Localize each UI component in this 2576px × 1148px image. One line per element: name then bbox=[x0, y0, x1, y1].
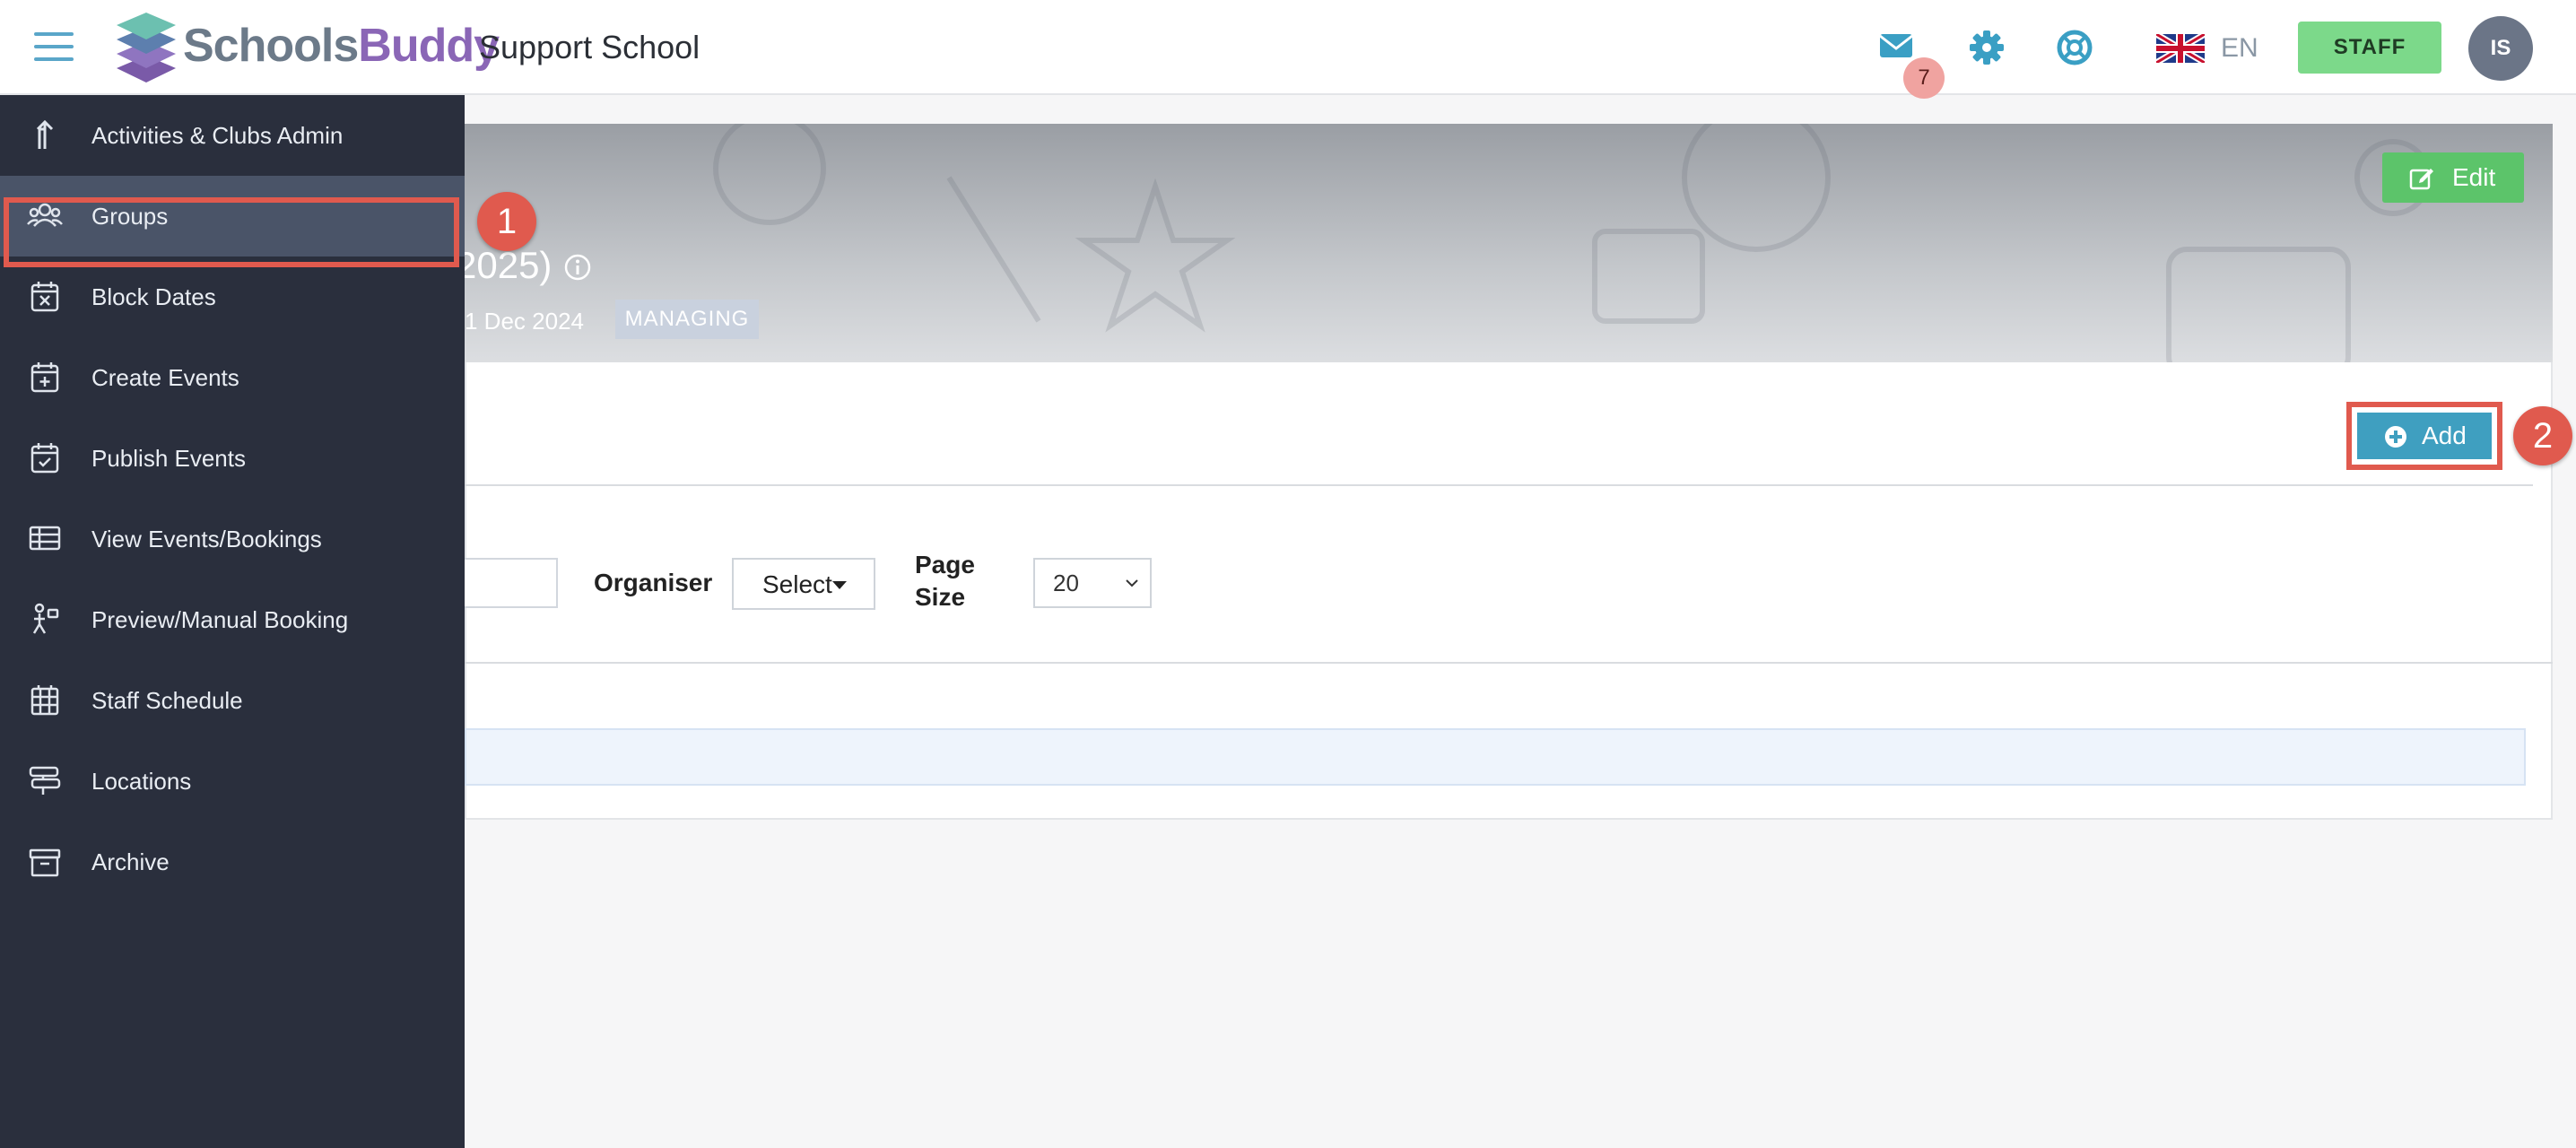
page-size-value: 20 bbox=[1053, 570, 1079, 596]
banner bbox=[465, 124, 2553, 362]
school-name: Support School bbox=[479, 29, 701, 65]
sidebar-item-staff-schedule[interactable]: Staff Schedule bbox=[0, 660, 465, 741]
callout-2: 2 bbox=[2513, 406, 2572, 465]
caret-down-icon bbox=[832, 581, 847, 589]
page-size-label: Page Size bbox=[915, 551, 975, 611]
sidebar-item-label: View Events/Bookings bbox=[91, 526, 322, 552]
sidebar-item-label: Locations bbox=[91, 768, 192, 795]
sidebar-item-label: Block Dates bbox=[91, 283, 216, 310]
sidebar-item-block-dates[interactable]: Block Dates bbox=[0, 257, 465, 337]
plus-circle-icon bbox=[2385, 426, 2406, 448]
organiser-label: Organiser bbox=[594, 569, 713, 596]
divider bbox=[465, 662, 2553, 664]
page-size-select[interactable]: 20 bbox=[1033, 558, 1152, 608]
sidebar-item-publish-events[interactable]: Publish Events bbox=[0, 418, 465, 499]
table-icon bbox=[29, 526, 61, 551]
date-range: 1 Dec 2024 bbox=[465, 308, 584, 335]
archive-icon bbox=[29, 848, 61, 877]
lifebuoy-icon[interactable] bbox=[2054, 27, 2095, 68]
sidebar-item-archive[interactable]: Archive bbox=[0, 822, 465, 902]
uk-flag-icon[interactable] bbox=[2154, 30, 2206, 66]
logo-text: SchoolsBuddy bbox=[183, 20, 500, 72]
gear-icon[interactable] bbox=[1966, 27, 2007, 68]
sidebar-item-view-events-bookings[interactable]: View Events/Bookings bbox=[0, 499, 465, 579]
sidebar-item-label: Staff Schedule bbox=[91, 687, 243, 714]
logo-icon bbox=[117, 13, 176, 83]
info-icon[interactable] bbox=[563, 253, 592, 282]
chevron-down-icon bbox=[1126, 579, 1138, 587]
staff-button[interactable]: STAFF bbox=[2298, 22, 2441, 74]
language-selector[interactable]: EN bbox=[2221, 29, 2258, 68]
callout-1: 1 bbox=[477, 192, 536, 251]
calendar-plus-icon bbox=[30, 362, 59, 393]
grid-calendar-icon bbox=[30, 685, 59, 716]
arrow-up-icon bbox=[36, 119, 54, 149]
sidebar-item-locations[interactable]: Locations bbox=[0, 741, 465, 822]
results-strip bbox=[465, 728, 2526, 786]
hamburger-menu-icon[interactable] bbox=[34, 30, 74, 63]
add-button[interactable]: Add bbox=[2357, 413, 2492, 459]
add-button-label: Add bbox=[2422, 422, 2467, 449]
person-booking-icon bbox=[32, 603, 59, 634]
sidebar-item-create-events[interactable]: Create Events bbox=[0, 337, 465, 418]
calendar-x-icon bbox=[30, 282, 59, 312]
organiser-select[interactable]: Select bbox=[732, 558, 875, 610]
groups-highlight bbox=[4, 197, 459, 267]
mail-count-badge: 7 bbox=[1903, 57, 1945, 99]
edit-button[interactable]: Edit bbox=[2382, 152, 2524, 203]
sidebar-item-label: Activities & Clubs Admin bbox=[91, 122, 344, 149]
divider bbox=[465, 484, 2533, 486]
avatar[interactable]: IS bbox=[2468, 16, 2533, 81]
sidebar-item-activities-clubs-admin[interactable]: Activities & Clubs Admin bbox=[0, 95, 465, 176]
sidebar-item-preview-manual-booking[interactable]: Preview/Manual Booking bbox=[0, 579, 465, 660]
mail-icon[interactable] bbox=[1876, 29, 1916, 65]
organiser-select-value: Select bbox=[762, 570, 832, 598]
edit-icon bbox=[2409, 169, 2433, 190]
signpost-icon bbox=[29, 766, 61, 795]
sidebar-item-label: Preview/Manual Booking bbox=[91, 606, 349, 633]
sidebar-item-label: Create Events bbox=[91, 364, 239, 391]
calendar-check-icon bbox=[30, 443, 59, 474]
sidebar-item-label: Publish Events bbox=[91, 445, 246, 472]
status-badge: MANAGING bbox=[615, 300, 759, 339]
sidebar-item-label: Archive bbox=[91, 848, 170, 875]
search-input[interactable] bbox=[465, 558, 558, 608]
edit-button-label: Edit bbox=[2452, 163, 2496, 191]
